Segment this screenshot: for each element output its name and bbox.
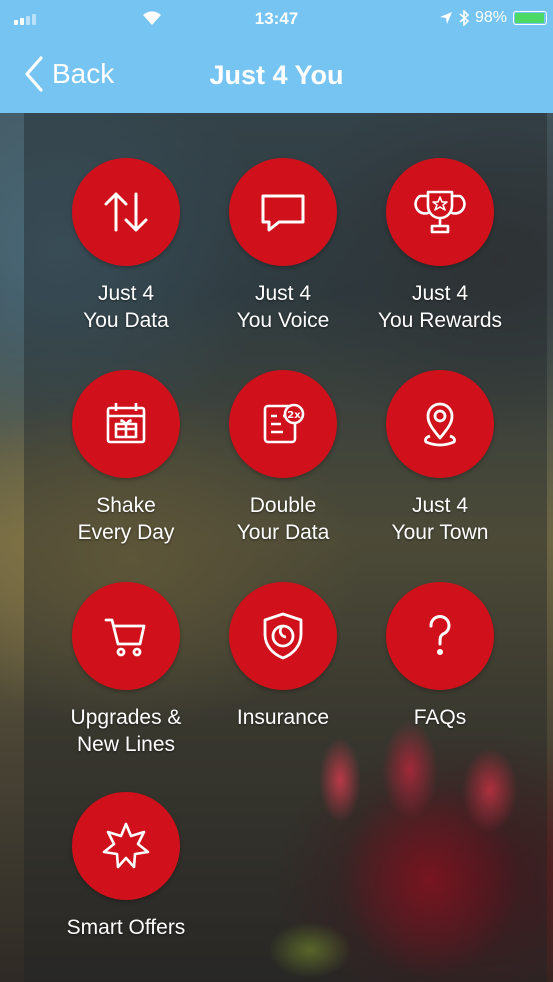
status-bar: 13:47 98% xyxy=(0,0,553,38)
tile-label: Just 4 You Data xyxy=(83,282,169,332)
nav-bar: Back Just 4 You xyxy=(0,38,553,113)
question-mark-icon xyxy=(429,615,451,655)
tile-shake-every-day[interactable]: Shake Every Day xyxy=(51,370,201,546)
tile-circle xyxy=(72,582,180,690)
tile-circle: 2x xyxy=(229,370,337,478)
tile-just-4-you-voice[interactable]: Just 4 You Voice xyxy=(208,158,358,334)
tile-label: Just 4 You Voice xyxy=(236,282,330,332)
shopping-cart-icon xyxy=(104,618,146,657)
battery-fill xyxy=(515,13,545,23)
tile-circle xyxy=(229,158,337,266)
tile-double-your-data[interactable]: 2x Double Your Data xyxy=(208,370,358,546)
starburst-icon xyxy=(102,822,150,869)
tile-circle xyxy=(72,370,180,478)
flower-background xyxy=(270,700,553,982)
battery-percent: 98% xyxy=(474,9,507,26)
tile-just-4-your-town[interactable]: Just 4 Your Town xyxy=(365,370,515,546)
tile-circle xyxy=(229,582,337,690)
tile-just-4-you-rewards[interactable]: Just 4 You Rewards xyxy=(365,158,515,334)
header: 13:47 98% Back Just 4 You xyxy=(0,0,553,113)
speech-bubble-icon xyxy=(261,194,305,232)
double-data-icon: 2x xyxy=(263,403,305,444)
tile-just-4-you-data[interactable]: Just 4 You Data xyxy=(51,158,201,334)
location-arrow-icon xyxy=(439,12,452,24)
tile-circle xyxy=(386,582,494,690)
tile-smart-offers[interactable]: Smart Offers xyxy=(51,792,201,941)
trophy-icon xyxy=(414,190,466,234)
arrows-up-down-icon xyxy=(104,192,148,232)
page-title: Just 4 You xyxy=(209,60,344,90)
tile-label: Just 4 Your Town xyxy=(391,494,489,544)
tile-label: Shake Every Day xyxy=(77,494,175,544)
bluetooth-icon xyxy=(459,10,469,26)
tile-label: Insurance xyxy=(236,706,330,729)
tile-circle xyxy=(72,158,180,266)
calendar-gift-icon xyxy=(106,403,146,444)
app-screen: 13:47 98% Back Just 4 You Just 4 You Dat… xyxy=(0,0,553,982)
tile-upgrades-new-lines[interactable]: Upgrades & New Lines xyxy=(51,582,201,758)
tile-insurance[interactable]: Insurance xyxy=(208,582,358,731)
shield-icon xyxy=(263,612,303,660)
tile-label: FAQs xyxy=(413,706,467,729)
tile-label: Smart Offers xyxy=(66,916,186,939)
tile-faqs[interactable]: FAQs xyxy=(365,582,515,731)
battery-icon xyxy=(513,11,547,25)
tile-circle xyxy=(72,792,180,900)
tile-circle xyxy=(386,370,494,478)
location-pin-icon xyxy=(424,402,456,447)
tile-label: Just 4 You Rewards xyxy=(377,282,503,332)
tile-label: Upgrades & New Lines xyxy=(70,706,182,756)
svg-text:2x: 2x xyxy=(287,410,301,421)
tile-label: Double Your Data xyxy=(236,494,330,544)
tile-circle xyxy=(386,158,494,266)
